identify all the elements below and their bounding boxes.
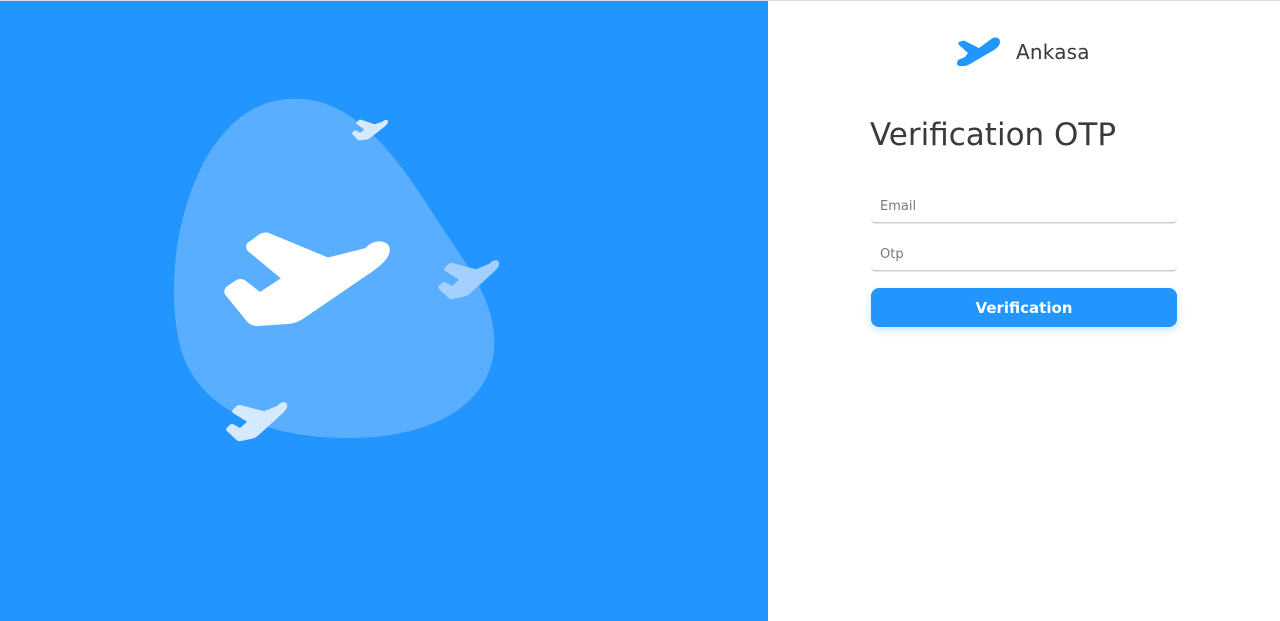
hero-illustration	[173, 98, 505, 444]
brand: Ankasa	[957, 34, 1090, 70]
verification-button[interactable]: Verification	[871, 288, 1177, 327]
brand-name: Ankasa	[1016, 40, 1090, 64]
hero-panel	[0, 1, 768, 621]
verification-page: Ankasa Verification OTP Verification	[0, 0, 1280, 621]
page-title: Verification OTP	[870, 117, 1117, 153]
plane-icon	[957, 37, 1000, 66]
email-field[interactable]	[871, 191, 1177, 223]
otp-field[interactable]	[871, 239, 1177, 271]
form-panel: Ankasa Verification OTP Verification	[768, 1, 1280, 621]
